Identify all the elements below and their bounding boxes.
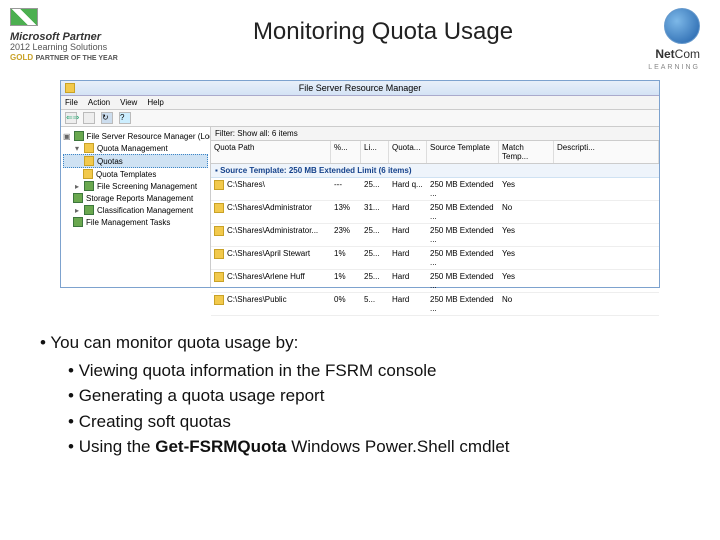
- quota-icon: [84, 156, 94, 166]
- help-icon[interactable]: ?: [119, 112, 131, 124]
- folder-icon: [84, 143, 94, 153]
- group-header[interactable]: ▪ Source Template: 250 MB Extended Limit…: [211, 164, 659, 178]
- bullet-item-cmdlet: Using the Get-FSRMQuota Windows Power.Sh…: [40, 434, 680, 460]
- slide-header: Microsoft Partner 2012 Learning Solution…: [0, 0, 720, 72]
- nav-back-forward-icon[interactable]: [65, 112, 77, 124]
- netcom-logo: NetCom LEARNING: [648, 8, 700, 72]
- toolbar: ↻ ?: [61, 110, 659, 127]
- window-title: File Server Resource Manager: [299, 83, 422, 93]
- table-row[interactable]: C:\Shares\---25...Hard q...250 MB Extend…: [211, 178, 659, 201]
- col-path[interactable]: Quota Path: [211, 141, 331, 163]
- gold-text: GOLD: [10, 53, 33, 62]
- template-icon: [83, 169, 93, 179]
- nav-tree: ▣File Server Resource Manager (Local) ▾Q…: [61, 127, 211, 287]
- col-match[interactable]: Match Temp...: [499, 141, 554, 163]
- tree-quotas[interactable]: Quotas: [63, 154, 208, 168]
- col-limit[interactable]: Li...: [361, 141, 389, 163]
- menu-view[interactable]: View: [120, 98, 137, 107]
- slide-title: Monitoring Quota Usage: [118, 8, 648, 46]
- table-row[interactable]: C:\Shares\Administrator...23%25...Hard25…: [211, 224, 659, 247]
- column-headers: Quota Path %... Li... Quota... Source Te…: [211, 141, 659, 164]
- learning-text: LEARNING: [648, 64, 700, 71]
- table-row[interactable]: C:\Shares\Administrator13%31...Hard250 M…: [211, 201, 659, 224]
- netcom-light: Com: [675, 47, 700, 61]
- toolbar-button[interactable]: [83, 112, 95, 124]
- folder-icon: [214, 295, 224, 305]
- col-used[interactable]: %...: [331, 141, 361, 163]
- server-icon: [74, 131, 84, 141]
- folder-icon: [214, 226, 224, 236]
- tree-root[interactable]: ▣File Server Resource Manager (Local): [63, 130, 208, 142]
- ms-sub-text: 2012 Learning Solutions: [10, 42, 107, 52]
- bullet-item: Generating a quota usage report: [40, 383, 680, 409]
- screen-icon: [84, 181, 94, 191]
- flag-icon: [10, 8, 38, 26]
- tree-classification[interactable]: ▸Classification Management: [63, 204, 208, 216]
- bullet-lead: You can monitor quota usage by:: [40, 330, 680, 356]
- folder-icon: [214, 180, 224, 190]
- folder-icon: [214, 203, 224, 213]
- tree-quota-mgmt[interactable]: ▾Quota Management: [63, 142, 208, 154]
- fsrm-window: File Server Resource Manager File Action…: [60, 80, 660, 288]
- refresh-icon[interactable]: ↻: [101, 112, 113, 124]
- ms-partner-logo: Microsoft Partner 2012 Learning Solution…: [10, 8, 118, 63]
- window-titlebar: File Server Resource Manager: [61, 81, 659, 96]
- bullet-list: You can monitor quota usage by: Viewing …: [40, 330, 680, 460]
- table-row[interactable]: C:\Shares\Arlene Huff1%25...Hard250 MB E…: [211, 270, 659, 293]
- menu-help[interactable]: Help: [147, 98, 163, 107]
- task-icon: [73, 217, 83, 227]
- menu-action[interactable]: Action: [88, 98, 110, 107]
- report-icon: [73, 193, 83, 203]
- folder-icon: [214, 249, 224, 259]
- tree-file-mgmt-tasks[interactable]: File Management Tasks: [63, 216, 208, 228]
- netcom-bold: Net: [655, 47, 674, 61]
- main-pane: Filter: Show all: 6 items Quota Path %..…: [211, 127, 659, 287]
- tree-storage-reports[interactable]: Storage Reports Management: [63, 192, 208, 204]
- quota-rows: C:\Shares\---25...Hard q...250 MB Extend…: [211, 178, 659, 316]
- poty-text: PARTNER OF THE YEAR: [36, 55, 118, 62]
- table-row[interactable]: C:\Shares\April Stewart1%25...Hard250 MB…: [211, 247, 659, 270]
- bullet-item: Viewing quota information in the FSRM co…: [40, 358, 680, 384]
- menubar: File Action View Help: [61, 96, 659, 110]
- folder-icon: [214, 272, 224, 282]
- filter-bar[interactable]: Filter: Show all: 6 items: [211, 127, 659, 141]
- class-icon: [84, 205, 94, 215]
- tree-quota-templates[interactable]: Quota Templates: [63, 168, 208, 180]
- globe-icon: [664, 8, 700, 44]
- col-desc[interactable]: Descripti...: [554, 141, 659, 163]
- col-type[interactable]: Quota...: [389, 141, 427, 163]
- table-row[interactable]: C:\Shares\Public0%5...Hard250 MB Extende…: [211, 293, 659, 316]
- bullet-item: Creating soft quotas: [40, 409, 680, 435]
- tree-file-screening[interactable]: ▸File Screening Management: [63, 180, 208, 192]
- app-icon: [65, 83, 75, 93]
- col-template[interactable]: Source Template: [427, 141, 499, 163]
- menu-file[interactable]: File: [65, 98, 78, 107]
